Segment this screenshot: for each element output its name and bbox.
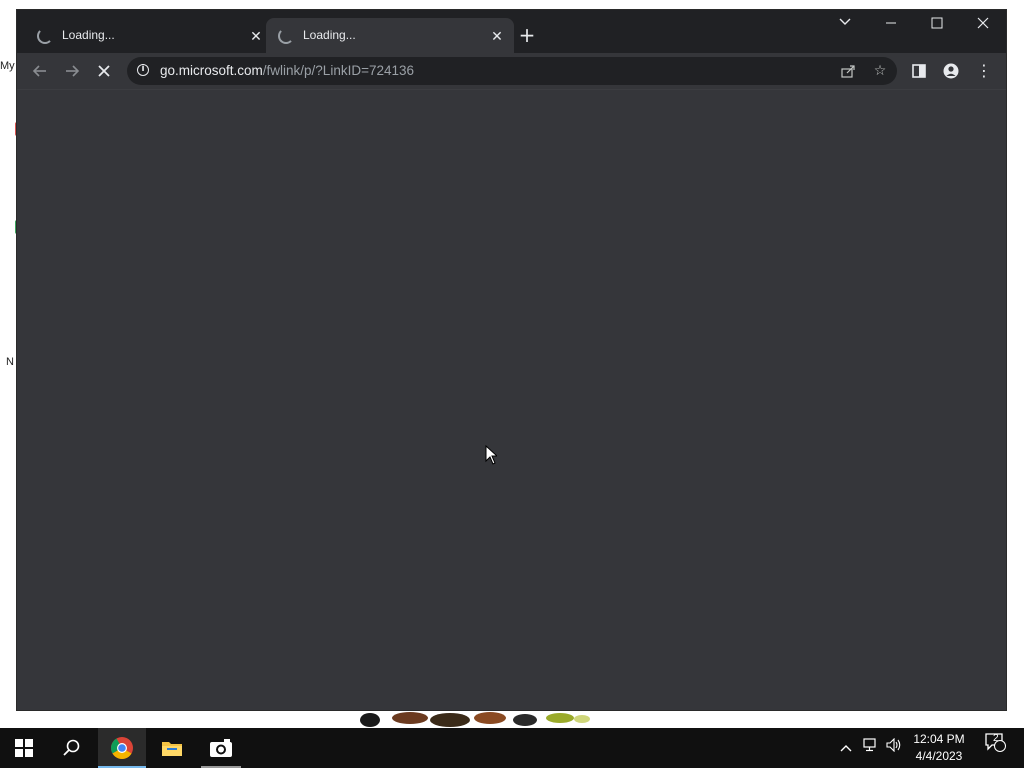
profile-icon[interactable] — [937, 57, 965, 85]
system-clock[interactable]: 12:04 PM 4/4/2023 — [905, 731, 973, 765]
tab-search-icon[interactable] — [822, 10, 868, 40]
search-icon[interactable] — [48, 728, 96, 768]
desktop-icon-label-fragment: My — [0, 60, 15, 72]
forward-button[interactable] — [58, 57, 86, 85]
browser-window: Loading... ✕ Loading... ✕ + i go.microso… — [17, 10, 1006, 710]
page-content-area[interactable] — [17, 90, 1006, 710]
url-path: /fwlink/p/?LinkID=724136 — [262, 63, 415, 78]
wallpaper-fragment — [360, 712, 590, 727]
share-icon[interactable] — [836, 59, 860, 83]
desktop-icon-label-fragment: N — [6, 356, 14, 368]
browser-toolbar: i go.microsoft.com/fwlink/p/?LinkID=7241… — [17, 53, 1006, 90]
minimize-button[interactable] — [868, 10, 914, 40]
tab-loading-2[interactable]: Loading... ✕ — [266, 18, 514, 53]
address-url[interactable]: go.microsoft.com/fwlink/p/?LinkID=724136 — [160, 63, 414, 78]
taskbar-file-explorer[interactable] — [148, 728, 196, 768]
close-window-button[interactable] — [960, 10, 1006, 40]
start-button[interactable] — [0, 728, 48, 768]
taskbar-camera[interactable] — [197, 728, 245, 768]
site-info-icon[interactable]: i — [137, 64, 149, 76]
new-tab-button[interactable]: + — [517, 25, 537, 45]
menu-kebab-icon[interactable]: ⋮ — [970, 57, 998, 85]
maximize-button[interactable] — [914, 10, 960, 40]
network-icon[interactable] — [860, 728, 882, 768]
tab-title: Loading... — [62, 28, 115, 42]
clock-date: 4/4/2023 — [915, 749, 963, 763]
show-hidden-icons-icon[interactable] — [836, 728, 856, 768]
action-center-icon[interactable]: 2 — [980, 728, 1010, 768]
volume-icon[interactable] — [883, 728, 905, 768]
tab-close-icon[interactable]: ✕ — [488, 27, 506, 45]
side-panel-icon[interactable] — [905, 57, 933, 85]
taskbar-chrome[interactable] — [98, 728, 146, 768]
back-button[interactable] — [26, 57, 54, 85]
loading-spinner-icon — [278, 28, 294, 44]
taskbar: 12:04 PM 4/4/2023 2 — [0, 728, 1024, 768]
url-host: go.microsoft.com — [160, 63, 263, 78]
tab-close-icon[interactable]: ✕ — [247, 27, 265, 45]
address-bar[interactable]: i go.microsoft.com/fwlink/p/?LinkID=7241… — [127, 57, 897, 85]
tab-loading-1[interactable]: Loading... ✕ — [25, 18, 273, 53]
camera-icon — [210, 739, 232, 757]
stop-loading-button[interactable] — [90, 57, 118, 85]
bookmark-star-icon[interactable]: ☆ — [868, 59, 892, 83]
clock-time: 12:04 PM — [913, 732, 965, 746]
notification-count-badge: 2 — [993, 733, 999, 744]
loading-spinner-icon — [37, 28, 53, 44]
folder-icon — [162, 742, 182, 756]
tab-strip: Loading... ✕ Loading... ✕ + — [17, 10, 1006, 53]
tab-title: Loading... — [303, 28, 356, 42]
mouse-cursor-icon — [485, 445, 497, 465]
chrome-icon — [111, 737, 133, 759]
